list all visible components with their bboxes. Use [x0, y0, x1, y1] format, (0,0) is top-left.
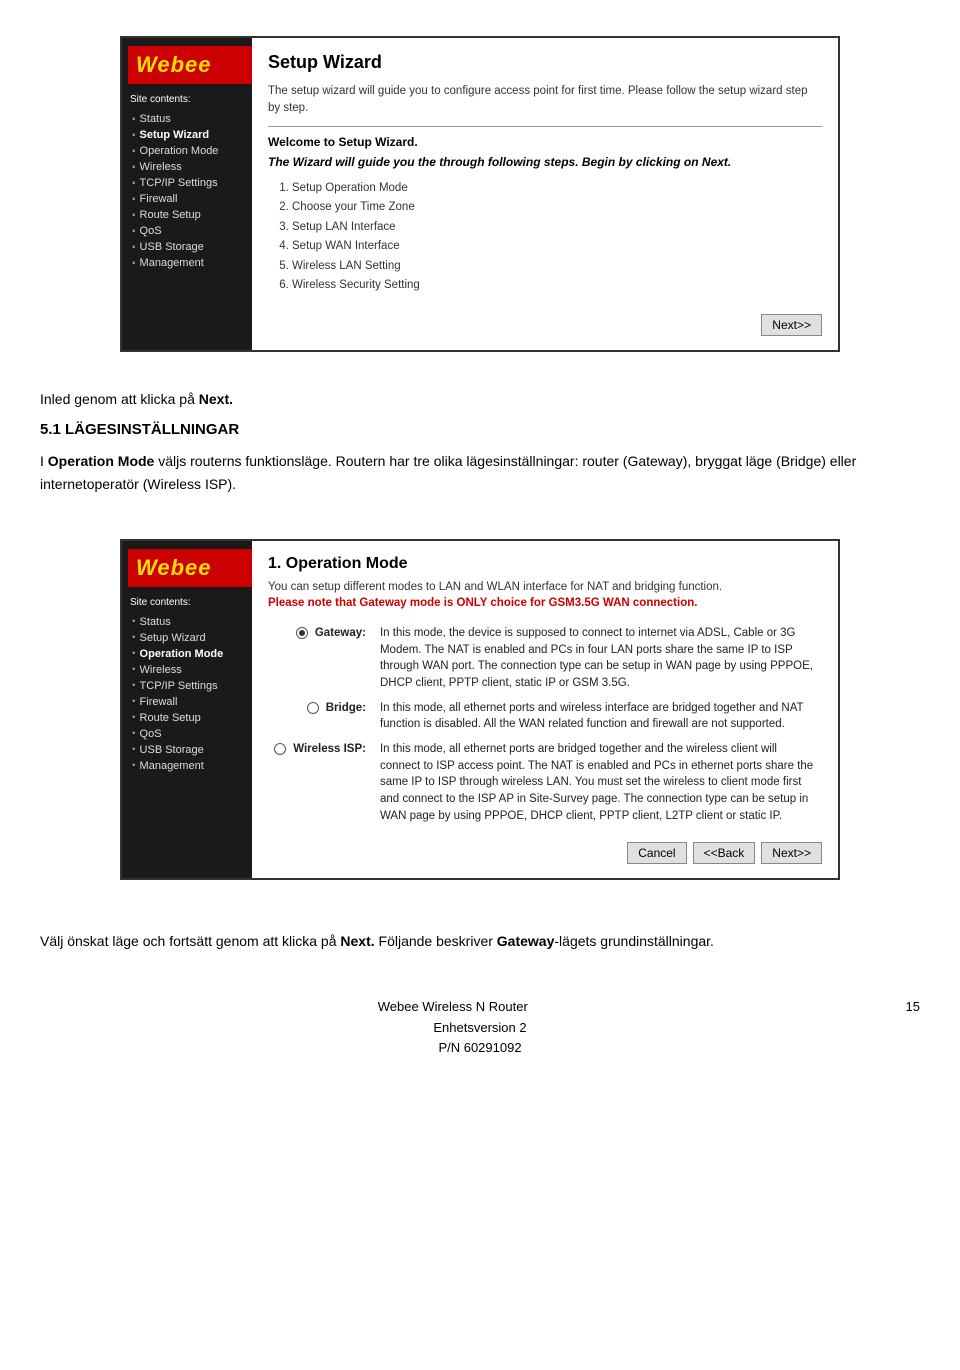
body-paragraph-2: Välj önskat läge och fortsätt genom att … — [40, 930, 920, 952]
gateway-label: Gateway: — [315, 627, 366, 639]
body2-gateway-bold: Gateway — [497, 933, 555, 949]
cancel-button[interactable]: Cancel — [627, 842, 686, 864]
router-screenshot-2: Webee Site contents: Status Setup Wizard… — [120, 539, 840, 880]
sidebar-item-route-2[interactable]: Route Setup — [128, 710, 252, 726]
step-6: Wireless Security Setting — [292, 276, 822, 296]
sidebar-item-status-2[interactable]: Status — [128, 614, 252, 630]
wisp-desc: In this mode, all ethernet ports are bri… — [374, 737, 822, 828]
wizard-note: The Wizard will guide you the through fo… — [268, 155, 822, 169]
sidebar-item-tcpip-1[interactable]: TCP/IP Settings — [128, 175, 252, 191]
sidebar-item-firewall-1[interactable]: Firewall — [128, 191, 252, 207]
intro-text-prefix: Inled genom att klicka på — [40, 391, 199, 407]
steps-list: Setup Operation Mode Choose your Time Zo… — [292, 179, 822, 296]
para1-suffix: väljs routerns funktionsläge. Routern ha… — [40, 453, 856, 491]
para1-prefix: I — [40, 453, 48, 469]
wisp-label-cell: Wireless ISP: — [268, 737, 374, 828]
sidebar-item-operation-mode-2[interactable]: Operation Mode — [128, 646, 252, 662]
wizard-title: Setup Wizard — [268, 52, 822, 73]
sidebar-item-management-2[interactable]: Management — [128, 758, 252, 774]
step-3: Setup LAN Interface — [292, 218, 822, 238]
intro-paragraph: Inled genom att klicka på Next. — [40, 388, 920, 410]
sidebar-item-management-1[interactable]: Management — [128, 255, 252, 271]
sidebar-item-status-1[interactable]: Status — [128, 111, 252, 127]
sidebar-item-tcpip-2[interactable]: TCP/IP Settings — [128, 678, 252, 694]
step-4: Setup WAN Interface — [292, 237, 822, 257]
footer: 15 Webee Wireless N Router Enhetsversion… — [0, 979, 960, 1069]
table-row-wireless-isp: Wireless ISP: In this mode, all ethernet… — [268, 737, 822, 828]
footer-line1: Webee Wireless N Router — [0, 997, 960, 1018]
table-row-bridge: Bridge: In this mode, all ethernet ports… — [268, 696, 822, 737]
sidebar-item-wireless-1[interactable]: Wireless — [128, 159, 252, 175]
body-text-2: Välj önskat läge och fortsätt genom att … — [0, 912, 960, 978]
btn-row-2: Cancel <<Back Next>> — [268, 842, 822, 864]
gateway-desc: In this mode, the device is supposed to … — [374, 621, 822, 696]
intro-text-bold: Next. — [199, 391, 233, 407]
sidebar-item-qos-2[interactable]: QoS — [128, 726, 252, 742]
bridge-label: Bridge: — [326, 702, 366, 714]
next-button-2[interactable]: Next>> — [761, 842, 822, 864]
back-button[interactable]: <<Back — [693, 842, 756, 864]
main-content-1: Setup Wizard The setup wizard will guide… — [252, 38, 838, 350]
bridge-desc: In this mode, all ethernet ports and wir… — [374, 696, 822, 737]
footer-line3: P/N 60291092 — [0, 1038, 960, 1059]
sidebar-item-qos-1[interactable]: QoS — [128, 223, 252, 239]
gateway-label-cell: Gateway: — [268, 621, 374, 696]
sidebar-item-usb-1[interactable]: USB Storage — [128, 239, 252, 255]
sidebar-item-wireless-2[interactable]: Wireless — [128, 662, 252, 678]
body2-bold: Next. — [340, 933, 374, 949]
radio-bridge[interactable] — [307, 702, 319, 714]
body-paragraph-1: I Operation Mode väljs routerns funktion… — [40, 450, 920, 495]
step-2: Choose your Time Zone — [292, 198, 822, 218]
op-mode-desc: You can setup different modes to LAN and… — [268, 581, 822, 593]
wisp-label: Wireless ISP: — [293, 743, 366, 755]
sidebar-item-operation-mode-1[interactable]: Operation Mode — [128, 143, 252, 159]
body-text-1: Inled genom att klicka på Next. 5.1 LÄGE… — [0, 370, 960, 521]
table-row-gateway: Gateway: In this mode, the device is sup… — [268, 621, 822, 696]
sidebar-1: Webee Site contents: Status Setup Wizard… — [122, 38, 252, 350]
logo-2: Webee — [128, 549, 252, 587]
bridge-label-cell: Bridge: — [268, 696, 374, 737]
wizard-description: The setup wizard will guide you to confi… — [268, 83, 822, 118]
body2-prefix: Välj önskat läge och fortsätt genom att … — [40, 933, 340, 949]
logo-text-2: Webee — [136, 555, 212, 580]
page-number: 15 — [906, 997, 920, 1018]
sidebar-item-route-1[interactable]: Route Setup — [128, 207, 252, 223]
sidebar-section-title-1: Site contents: — [128, 94, 252, 105]
body2-suffix-prefix: Följande beskriver — [379, 933, 497, 949]
sidebar-item-firewall-2[interactable]: Firewall — [128, 694, 252, 710]
op-mode-title: 1. Operation Mode — [268, 555, 822, 573]
radio-gateway[interactable] — [296, 627, 308, 639]
op-mode-warning: Please note that Gateway mode is ONLY ch… — [268, 597, 822, 609]
router-screenshot-1: Webee Site contents: Status Setup Wizard… — [120, 36, 840, 352]
divider-1 — [268, 126, 822, 127]
sidebar-section-title-2: Site contents: — [128, 597, 252, 608]
logo-text-1: Webee — [136, 52, 212, 77]
next-button-1[interactable]: Next>> — [761, 314, 822, 336]
sidebar-item-setup-wizard-1[interactable]: Setup Wizard — [128, 127, 252, 143]
sidebar-item-usb-2[interactable]: USB Storage — [128, 742, 252, 758]
para1-bold: Operation Mode — [48, 453, 155, 469]
section-heading-1: 5.1 LÄGESINSTÄLLNINGAR — [40, 418, 920, 442]
next-btn-row-1: Next>> — [268, 314, 822, 336]
op-mode-main: 1. Operation Mode You can setup differen… — [252, 541, 838, 878]
logo-1: Webee — [128, 46, 252, 84]
op-mode-table: Gateway: In this mode, the device is sup… — [268, 621, 822, 828]
sidebar-2: Webee Site contents: Status Setup Wizard… — [122, 541, 252, 878]
radio-wireless-isp[interactable] — [274, 743, 286, 755]
step-5: Wireless LAN Setting — [292, 257, 822, 277]
body2-suffix: -lägets grundinställningar. — [554, 933, 714, 949]
sidebar-item-setup-wizard-2[interactable]: Setup Wizard — [128, 630, 252, 646]
wizard-welcome: Welcome to Setup Wizard. — [268, 135, 822, 149]
footer-line2: Enhetsversion 2 — [0, 1018, 960, 1039]
step-1: Setup Operation Mode — [292, 179, 822, 199]
